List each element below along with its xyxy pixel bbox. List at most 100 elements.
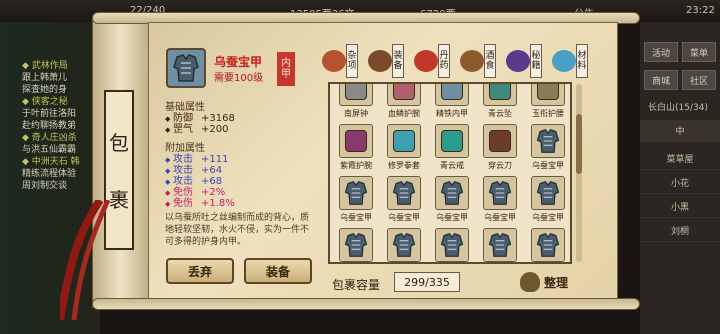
item-label: 血鳞护腕: [388, 109, 420, 118]
tab-4[interactable]: 秘籍: [506, 44, 548, 78]
extra-attribute-row: 攻击+64: [165, 165, 310, 177]
inventory-slot[interactable]: 乌蚕宝甲: [526, 228, 570, 262]
inventory-slot[interactable]: 乌蚕宝甲: [430, 176, 474, 226]
tassel-icon: [60, 200, 111, 320]
tab-label: 装备: [392, 44, 404, 78]
quest-text[interactable]: 与洪五仙霸霸: [0, 144, 100, 156]
slot-frame: [531, 176, 565, 210]
tab-2[interactable]: 丹药: [414, 44, 456, 78]
armor-icon: [392, 180, 416, 205]
right-tab[interactable]: 中: [640, 120, 720, 142]
inventory-slot[interactable]: 乌蚕宝甲: [478, 176, 522, 226]
tab-icon: [552, 50, 576, 72]
item-icon: [441, 130, 463, 152]
sort-label: 整理: [544, 275, 569, 290]
slot-frame: [339, 228, 373, 262]
inventory-slot[interactable]: 精铁内甲: [430, 84, 474, 122]
right-row-1[interactable]: 菜草屋: [640, 148, 720, 170]
quest-text[interactable]: 精练流程体验: [0, 168, 100, 180]
tab-label: 材料: [576, 44, 588, 78]
inventory-slot[interactable]: 紫霞护腕: [334, 124, 378, 174]
inventory-slot[interactable]: 乌蚕宝甲: [382, 228, 426, 262]
item-icon: [537, 84, 559, 100]
menu-button[interactable]: 菜单: [682, 42, 716, 62]
attribute-key: 免伤: [165, 198, 201, 210]
basic-attribute-row: 防御+3168: [165, 113, 310, 125]
inventory-slot[interactable]: 乌蚕宝甲: [430, 228, 474, 262]
attribute-key: 防御: [165, 113, 201, 125]
inventory-slot[interactable]: 乌蚕宝甲: [526, 176, 570, 226]
armor-icon: [536, 128, 560, 153]
shop-button[interactable]: 商城: [644, 70, 678, 90]
discard-button[interactable]: 丢弃: [166, 258, 234, 284]
activity-button[interactable]: 活动: [644, 42, 678, 62]
slot-frame: [531, 84, 565, 106]
inventory-slot[interactable]: 修罗拳套: [382, 124, 426, 174]
equip-button[interactable]: 装备: [244, 258, 312, 284]
inventory-slot[interactable]: 血鳞护腕: [382, 84, 426, 122]
quest-title[interactable]: ◆ 奇人庄凶杀: [0, 132, 100, 144]
grid-scrollbar[interactable]: [576, 84, 582, 262]
armor-icon: [344, 232, 368, 257]
tab-label: 丹药: [438, 44, 450, 78]
slot-frame: [435, 176, 469, 210]
slot-frame: [387, 228, 421, 262]
sort-button[interactable]: 整理: [520, 270, 580, 294]
item-label: 穿云刀: [488, 161, 512, 170]
bag-icon: [520, 272, 540, 292]
check-icon: ✔: [511, 259, 524, 262]
slot-frame: [339, 124, 373, 158]
armor-icon: [536, 180, 560, 205]
tab-label: 酒食: [484, 44, 496, 78]
quest-text[interactable]: 探查她的身: [0, 84, 100, 96]
quest-text[interactable]: 周刘制交谈: [0, 180, 100, 192]
right-row-2[interactable]: 小花: [640, 172, 720, 194]
category-tabs: 杂项 装备 丹药 酒食 秘籍 材料: [322, 44, 612, 78]
quest-text[interactable]: 跟上韩萧儿: [0, 72, 100, 84]
tab-icon: [322, 50, 346, 72]
attribute-value: +3168: [201, 113, 235, 124]
attribute-value: +64: [201, 165, 223, 176]
item-icon: [489, 130, 511, 152]
tab-3[interactable]: 酒食: [460, 44, 502, 78]
tab-1[interactable]: 装备: [368, 44, 410, 78]
armor-icon: [440, 232, 464, 257]
slot-frame: [435, 84, 469, 106]
right-row-3[interactable]: 小黑: [640, 196, 720, 218]
quest-text[interactable]: 于叶前往洛阳: [0, 108, 100, 120]
inventory-slot[interactable]: 乌蚕宝甲: [334, 176, 378, 226]
quest-title[interactable]: ◆ 武林作局: [0, 60, 100, 72]
slot-frame: [339, 84, 373, 106]
scroll-thumb[interactable]: [576, 114, 582, 174]
seal-char-2: 甲: [281, 69, 291, 80]
capacity-value: 299/335: [394, 272, 460, 292]
tab-0[interactable]: 杂项: [322, 44, 364, 78]
slot-frame: [387, 176, 421, 210]
inventory-slot[interactable]: 青云坠: [478, 84, 522, 122]
inventory-slot[interactable]: 玉衔护腰: [526, 84, 570, 122]
community-button[interactable]: 社区: [682, 70, 716, 90]
inventory-slot[interactable]: 乌蚕宝甲✔: [478, 228, 524, 262]
inventory-slot[interactable]: 乌蚕宝甲: [526, 124, 570, 174]
inventory-slot[interactable]: 青云戒: [430, 124, 474, 174]
quest-text[interactable]: 赴约聊扬教弟: [0, 120, 100, 132]
right-row-4[interactable]: 刘桐: [640, 220, 720, 242]
inventory-slot[interactable]: 乌蚕宝甲: [334, 228, 378, 262]
item-label: 乌蚕宝甲: [532, 213, 564, 222]
slot-frame: [387, 124, 421, 158]
item-label: 乌蚕宝甲: [532, 161, 564, 170]
tab-5[interactable]: 材料: [552, 44, 594, 78]
seal-char-1: 内: [281, 58, 291, 69]
tab-icon: [460, 50, 484, 72]
item-name: 乌蚕宝甲: [214, 55, 263, 69]
attribute-key: 攻击: [165, 165, 201, 177]
inventory-slot[interactable]: 穿云刀: [478, 124, 522, 174]
attribute-key: 免伤: [165, 187, 201, 199]
slot-frame: [483, 228, 517, 262]
inventory-slot[interactable]: 南屏钟: [334, 84, 378, 122]
extra-attribute-row: 免伤+2%: [165, 187, 310, 199]
armor-icon: [488, 180, 512, 205]
quest-title[interactable]: ◆ 中洲天石 韩: [0, 156, 100, 168]
inventory-slot[interactable]: 乌蚕宝甲: [382, 176, 426, 226]
quest-title[interactable]: ◆ 侠客之秘: [0, 96, 100, 108]
